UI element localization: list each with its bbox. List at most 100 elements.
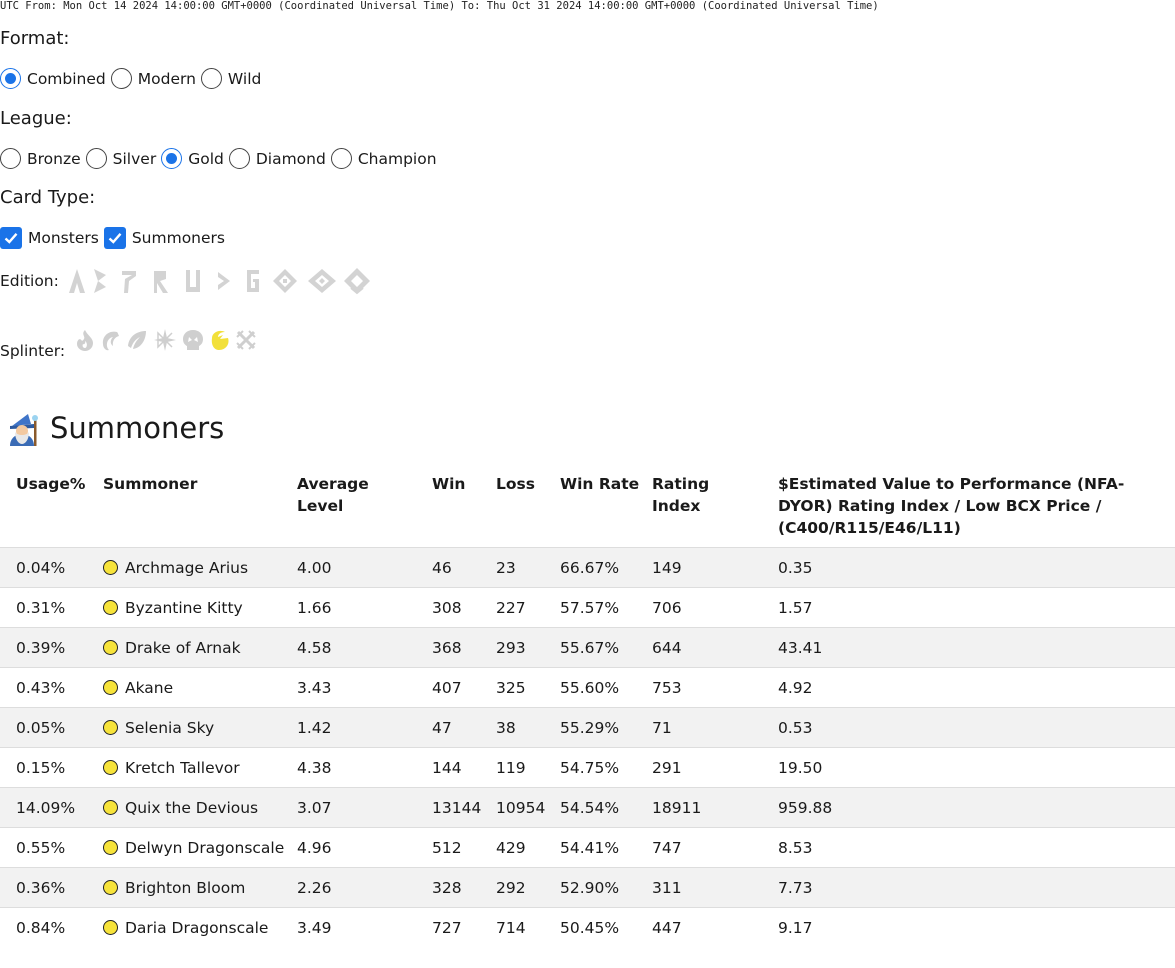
cell-average-level: 4.38 bbox=[297, 759, 332, 777]
cell-usage: 0.31% bbox=[16, 599, 66, 617]
dragon-splinter-icon bbox=[103, 760, 118, 775]
check-icon bbox=[4, 233, 18, 244]
cell-summoner: Kretch Tallevor bbox=[103, 748, 297, 788]
cell-win-rate: 50.45% bbox=[560, 919, 620, 937]
summoner-name: Delwyn Dragonscale bbox=[125, 839, 285, 857]
card-type-summoners-option[interactable]: Summoners bbox=[103, 227, 225, 249]
cell-estimated-value: 19.50 bbox=[778, 759, 823, 777]
league-bronze-label: Bronze bbox=[27, 149, 81, 168]
untamed-icon[interactable] bbox=[177, 267, 209, 295]
format-combined-radio[interactable] bbox=[0, 68, 21, 89]
summoner-name: Selenia Sky bbox=[125, 719, 215, 737]
monsters-checkbox[interactable] bbox=[0, 227, 22, 249]
cell-rating-index: 447 bbox=[652, 919, 682, 937]
cell-loss: 293 bbox=[496, 639, 526, 657]
gladius-icon[interactable] bbox=[239, 267, 267, 295]
summoner-name: Kretch Tallevor bbox=[125, 759, 240, 777]
fire-icon[interactable] bbox=[73, 328, 97, 352]
cell-summoner: Archmage Arius bbox=[103, 548, 297, 588]
league-diamond-label: Diamond bbox=[255, 149, 326, 168]
cell-summoner: Daria Dragonscale bbox=[103, 908, 297, 948]
table-row: 0.05% Selenia Sky 1.42 47 38 55.29% 71 0.53 bbox=[0, 707, 1175, 748]
edition-filter: Edition: bbox=[0, 266, 373, 296]
league-silver-option[interactable]: Silver bbox=[85, 148, 157, 169]
card-type-monsters-option[interactable]: Monsters bbox=[0, 227, 99, 249]
life-icon[interactable] bbox=[151, 328, 179, 352]
format-modern-radio[interactable] bbox=[110, 68, 132, 89]
wizard-icon bbox=[10, 414, 38, 446]
cell-win-rate: 54.54% bbox=[560, 799, 620, 817]
league-diamond-option[interactable]: Diamond bbox=[228, 148, 326, 169]
cell-rating-index: 18911 bbox=[652, 799, 702, 817]
cell-average-level: 1.66 bbox=[297, 599, 332, 617]
earth-icon[interactable] bbox=[123, 328, 151, 352]
header-average-level[interactable]: Average Level bbox=[297, 470, 432, 548]
cell-rating-index: 311 bbox=[652, 879, 682, 897]
rebellion-icon[interactable] bbox=[341, 266, 373, 296]
cell-win-rate: 55.60% bbox=[560, 679, 620, 697]
format-combined-option[interactable]: Combined bbox=[0, 68, 106, 89]
format-modern-option[interactable]: Modern bbox=[110, 68, 196, 89]
cell-summoner: Selenia Sky bbox=[103, 708, 297, 748]
league-champion-label: Champion bbox=[357, 149, 437, 168]
format-wild-radio[interactable] bbox=[200, 68, 222, 89]
league-gold-option[interactable]: Gold bbox=[161, 148, 224, 169]
header-estimated-value[interactable]: $Estimated Value to Performance (NFA-DYO… bbox=[778, 470, 1175, 548]
water-icon[interactable] bbox=[97, 328, 123, 352]
cell-summoner: Drake of Arnak bbox=[103, 628, 297, 668]
cell-win: 368 bbox=[432, 639, 462, 657]
cell-usage: 0.04% bbox=[16, 559, 66, 577]
cell-win: 308 bbox=[432, 599, 462, 617]
header-win-rate[interactable]: Win Rate bbox=[560, 470, 652, 548]
league-champion-option[interactable]: Champion bbox=[330, 148, 437, 169]
cell-average-level: 4.00 bbox=[297, 559, 332, 577]
summoner-name: Akane bbox=[125, 679, 174, 697]
table-row: 0.43% Akane 3.43 407 325 55.60% 753 4.92 bbox=[0, 667, 1175, 708]
cell-usage: 0.15% bbox=[16, 759, 66, 777]
promo-icon[interactable] bbox=[113, 267, 145, 295]
format-combined-label: Combined bbox=[27, 69, 106, 88]
summoner-name: Brighton Bloom bbox=[125, 879, 246, 897]
section-title: Summoners bbox=[50, 411, 225, 445]
header-rating-index[interactable]: Rating Index bbox=[652, 470, 778, 548]
alpha-icon[interactable] bbox=[67, 267, 87, 295]
league-silver-label: Silver bbox=[112, 149, 157, 168]
header-loss[interactable]: Loss bbox=[496, 470, 560, 548]
rift-icon[interactable] bbox=[303, 267, 341, 295]
dragon-splinter-icon bbox=[103, 560, 118, 575]
cell-average-level: 4.58 bbox=[297, 639, 332, 657]
summoners-checkbox[interactable] bbox=[103, 227, 126, 249]
format-wild-option[interactable]: Wild bbox=[200, 68, 262, 89]
league-bronze-radio[interactable] bbox=[0, 148, 21, 169]
league-bronze-option[interactable]: Bronze bbox=[0, 148, 81, 169]
table-body: 0.04% Archmage Arius 4.00 46 23 66.67% 149 0.35… bbox=[0, 547, 1175, 948]
format-wild-label: Wild bbox=[227, 69, 262, 88]
dragon-splinter-icon bbox=[103, 920, 118, 935]
cell-win-rate: 57.57% bbox=[560, 599, 620, 617]
league-diamond-radio[interactable] bbox=[228, 148, 250, 169]
cell-summoner: Brighton Bloom bbox=[103, 868, 297, 908]
check-icon bbox=[108, 233, 122, 244]
league-champion-radio[interactable] bbox=[330, 148, 352, 169]
table-row: 0.55% Delwyn Dragonscale 4.96 512 429 54.41% 7… bbox=[0, 827, 1175, 868]
summoner-name: Daria Dragonscale bbox=[125, 919, 269, 937]
table-header-row: Usage% Summoner Average Level Win Loss W… bbox=[0, 470, 1175, 548]
summoner-name: Byzantine Kitty bbox=[125, 599, 243, 617]
table-row: 0.04% Archmage Arius 4.00 46 23 66.67% 149 0.35 bbox=[0, 547, 1175, 588]
header-usage[interactable]: Usage% bbox=[0, 470, 103, 548]
league-silver-radio[interactable] bbox=[85, 148, 107, 169]
header-win[interactable]: Win bbox=[432, 470, 496, 548]
league-gold-radio[interactable] bbox=[161, 148, 183, 169]
cell-win: 13144 bbox=[432, 799, 482, 817]
dice-icon[interactable] bbox=[209, 267, 239, 295]
header-summoner[interactable]: Summoner bbox=[103, 470, 297, 548]
beta-icon[interactable] bbox=[87, 267, 113, 295]
cell-average-level: 3.07 bbox=[297, 799, 332, 817]
chaos-icon[interactable] bbox=[267, 267, 303, 295]
death-icon[interactable] bbox=[179, 328, 207, 352]
cell-usage: 0.05% bbox=[16, 719, 66, 737]
dragon-icon[interactable] bbox=[207, 328, 233, 352]
neutral-icon[interactable] bbox=[233, 329, 259, 351]
reward-icon[interactable] bbox=[145, 267, 177, 295]
cell-loss: 292 bbox=[496, 879, 526, 897]
